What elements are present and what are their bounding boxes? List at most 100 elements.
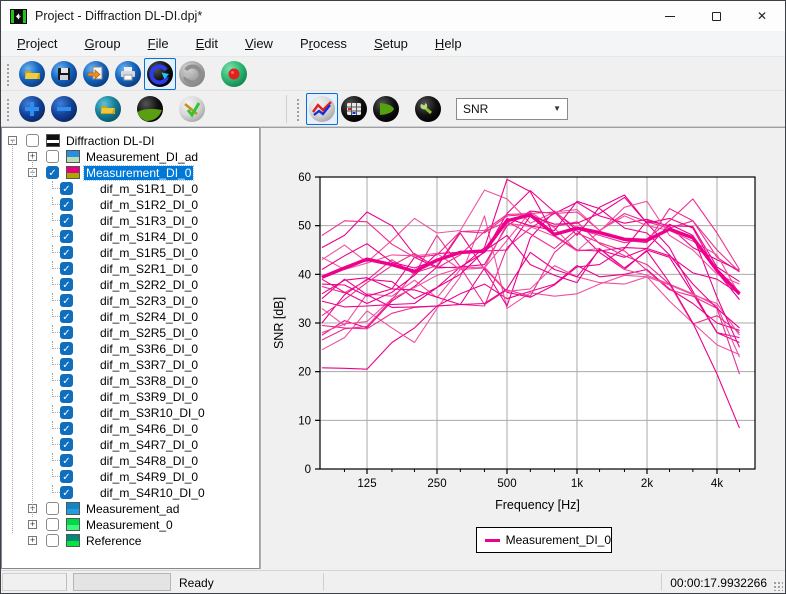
verify-button[interactable] [176, 93, 208, 125]
save-button[interactable] [48, 58, 80, 90]
tree-checkbox[interactable]: ✓ [60, 486, 73, 499]
tree-item-label[interactable]: Measurement_0 [84, 518, 175, 532]
tree-checkbox[interactable]: ✓ [60, 422, 73, 435]
minimize-button[interactable] [647, 1, 693, 31]
menu-item-edit[interactable]: Edit [196, 36, 218, 51]
expand-toggle[interactable]: + [28, 536, 37, 545]
status-progress-cell [73, 573, 171, 591]
tree-item-label[interactable]: Measurement_DI_ad [84, 150, 200, 164]
menu-bar: Project Group File Edit View Process Setup Help [1, 31, 785, 57]
tree-checkbox[interactable]: ✓ [46, 166, 59, 179]
tree-checkbox[interactable] [46, 518, 59, 531]
main-content: − Diffraction DL-DI + Measurement_DI_ad − ✓ Me… [1, 127, 785, 569]
tree-item-label[interactable]: dif_m_S1R3_DI_0 [98, 214, 200, 228]
tree-item-label[interactable]: dif_m_S1R1_DI_0 [98, 182, 200, 196]
toolbar-grip3[interactable] [295, 96, 300, 121]
table-view-button[interactable] [338, 93, 370, 125]
undo-button[interactable] [144, 57, 176, 90]
tree-checkbox[interactable] [46, 502, 59, 515]
tree-checkbox[interactable]: ✓ [60, 262, 73, 275]
window-title: Project - Diffraction DL-DI.dpj* [35, 9, 203, 23]
tree-item-label[interactable]: dif_m_S2R1_DI_0 [98, 262, 200, 276]
status-message-cell: Ready [173, 573, 321, 591]
play-analysis-button[interactable] [370, 93, 402, 125]
svg-text:2k: 2k [641, 478, 653, 490]
zoom-in-button[interactable] [16, 93, 48, 125]
diagram-view-button[interactable] [306, 92, 338, 125]
tree-item-label[interactable]: dif_m_S2R2_DI_0 [98, 278, 200, 292]
tree-checkbox[interactable]: ✓ [60, 390, 73, 403]
tree-item-label[interactable]: dif_m_S3R9_DI_0 [98, 390, 200, 404]
tree-checkbox[interactable]: ✓ [60, 438, 73, 451]
tree-checkbox[interactable]: ✓ [60, 246, 73, 259]
menu-item-view[interactable]: View [245, 36, 273, 51]
status-time: 00:00:17.9932266 [670, 576, 767, 590]
menu-item-setup[interactable]: Setup [374, 36, 408, 51]
tree-checkbox[interactable]: ✓ [60, 470, 73, 483]
dataset-color-icon [66, 166, 80, 179]
tree-checkbox[interactable]: ✓ [60, 454, 73, 467]
tree-item-label[interactable]: dif_m_S4R6_DI_0 [98, 422, 200, 436]
tree-item-label[interactable]: dif_m_S3R6_DI_0 [98, 342, 200, 356]
tree-item-label[interactable]: dif_m_S4R8_DI_0 [98, 454, 200, 468]
tree-item-label[interactable]: dif_m_S1R5_DI_0 [98, 246, 200, 260]
tree-checkbox[interactable]: ✓ [60, 358, 73, 371]
tree-row: − Diffraction DL-DI [2, 133, 259, 149]
tree-item-label[interactable]: Measurement_DI_0 [82, 165, 195, 181]
analysis-settings-button[interactable] [412, 93, 444, 125]
tree-item-label[interactable]: dif_m_S2R5_DI_0 [98, 326, 200, 340]
tree-checkbox[interactable]: ✓ [60, 310, 73, 323]
tree-checkbox[interactable]: ✓ [60, 374, 73, 387]
tree-checkbox[interactable]: ✓ [60, 182, 73, 195]
tree-checkbox[interactable] [26, 134, 39, 147]
tree-checkbox[interactable]: ✓ [60, 326, 73, 339]
redo-button[interactable] [176, 58, 208, 90]
menu-item-help[interactable]: Help [435, 36, 462, 51]
tree-checkbox[interactable]: ✓ [60, 406, 73, 419]
expand-toggle[interactable]: + [28, 520, 37, 529]
toolbar-grip[interactable] [5, 61, 10, 86]
tree-checkbox[interactable] [46, 150, 59, 163]
close-button[interactable]: ✕ [739, 1, 785, 31]
tree-item-label[interactable]: Reference [84, 534, 143, 548]
tree-item-label[interactable]: dif_m_S1R2_DI_0 [98, 198, 200, 212]
import-button[interactable] [80, 58, 112, 90]
menu-item-file[interactable]: File [148, 36, 169, 51]
tree-item-label[interactable]: dif_m_S1R4_DI_0 [98, 230, 200, 244]
dataset-color-icon [66, 150, 80, 163]
maximize-button[interactable] [693, 1, 739, 31]
open-project-button[interactable] [16, 58, 48, 90]
menu-item-process[interactable]: Process [300, 36, 347, 51]
tree-row: ✓ dif_m_S2R2_DI_0 [2, 277, 259, 293]
tree-item-label[interactable]: dif_m_S2R3_DI_0 [98, 294, 200, 308]
dataset-color-icon [66, 518, 80, 531]
tree-checkbox[interactable]: ✓ [60, 342, 73, 355]
tree-row: + Measurement_DI_ad [2, 149, 259, 165]
tree-item-label[interactable]: dif_m_S2R4_DI_0 [98, 310, 200, 324]
record-button[interactable] [218, 58, 250, 90]
tree-item-label[interactable]: dif_m_S3R7_DI_0 [98, 358, 200, 372]
tree-item-label[interactable]: dif_m_S3R10_DI_0 [98, 406, 207, 420]
menu-item-group[interactable]: Group [84, 36, 120, 51]
print-button[interactable] [112, 58, 144, 90]
tree-row: + Measurement_ad [2, 501, 259, 517]
pool-button[interactable] [134, 93, 166, 125]
tree-checkbox[interactable]: ✓ [60, 230, 73, 243]
analysis-type-select[interactable]: SNR ▼ [456, 97, 568, 120]
tree-item-label[interactable]: dif_m_S4R7_DI_0 [98, 438, 200, 452]
tree-checkbox[interactable]: ✓ [60, 214, 73, 227]
resize-grip[interactable] [773, 581, 783, 591]
tree-item-label[interactable]: Measurement_ad [84, 502, 181, 516]
tree-checkbox[interactable]: ✓ [60, 294, 73, 307]
tree-checkbox[interactable]: ✓ [60, 278, 73, 291]
tree-item-label[interactable]: dif_m_S3R8_DI_0 [98, 374, 200, 388]
menu-item-project[interactable]: Project [17, 36, 57, 51]
tree-item-label[interactable]: dif_m_S4R10_DI_0 [98, 486, 207, 500]
tree-checkbox[interactable]: ✓ [60, 198, 73, 211]
tree-item-label[interactable]: dif_m_S4R9_DI_0 [98, 470, 200, 484]
tree-item-label[interactable]: Diffraction DL-DI [64, 134, 156, 148]
export-folder-button[interactable] [92, 93, 124, 125]
tree-checkbox[interactable] [46, 534, 59, 547]
zoom-out-button[interactable] [48, 93, 80, 125]
toolbar-grip2[interactable] [5, 96, 10, 121]
